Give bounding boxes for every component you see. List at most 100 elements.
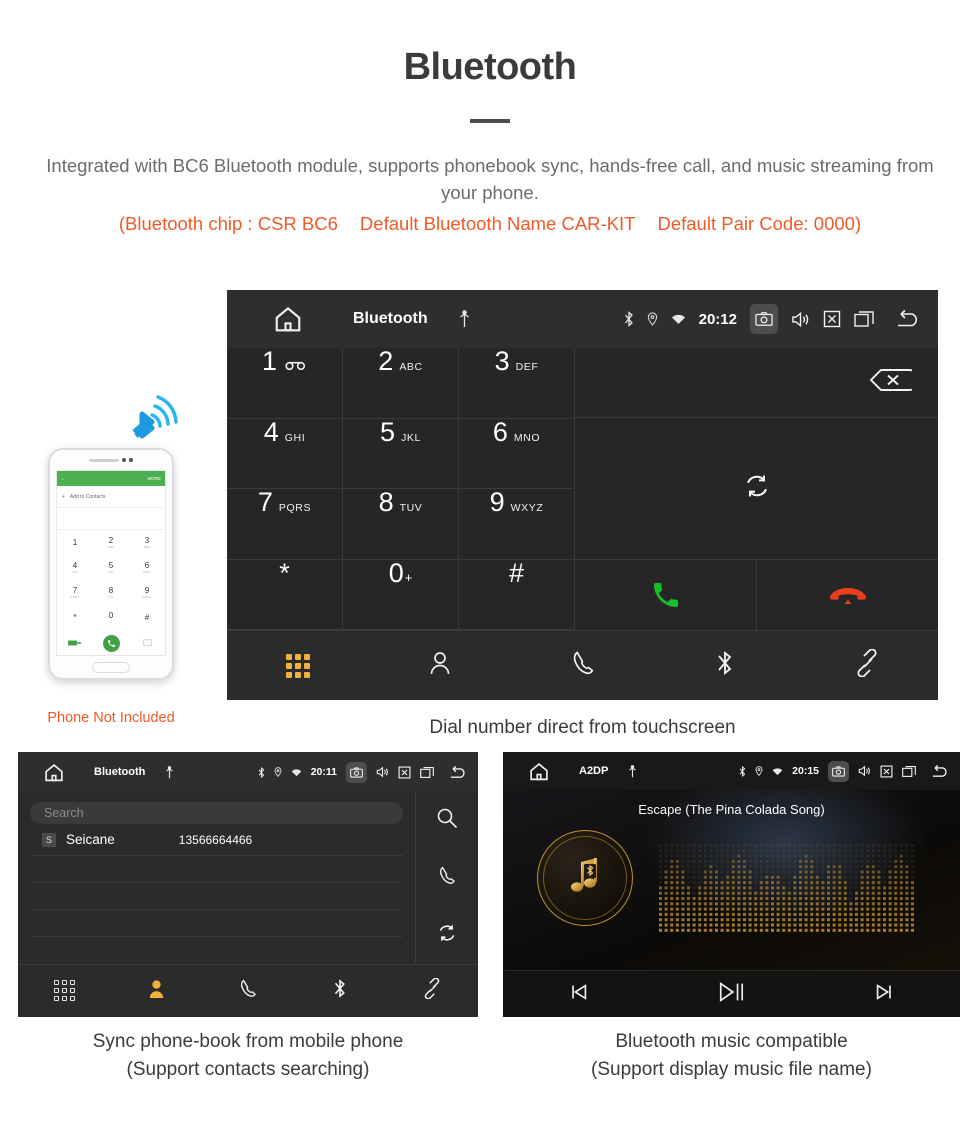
dial-key-7[interactable]: 7 PQRS: [227, 489, 343, 560]
usb-icon: [628, 764, 637, 778]
plus-icon: +: [62, 493, 65, 500]
hangup-button[interactable]: [757, 560, 938, 630]
bluetooth-wireless-icon: [132, 395, 178, 439]
sync-icon[interactable]: [742, 471, 772, 506]
recents-icon[interactable]: [420, 766, 434, 779]
call-button[interactable]: [416, 849, 478, 906]
title-divider: [470, 119, 510, 123]
spec-line: (Bluetooth chip : CSR BC6 Default Bluetoo…: [0, 213, 980, 235]
back-icon[interactable]: [448, 765, 468, 780]
close-icon[interactable]: [398, 766, 411, 779]
home-icon[interactable]: [271, 304, 305, 334]
dial-key-9[interactable]: 9 WXYZ: [459, 489, 575, 560]
call-button[interactable]: [575, 560, 757, 630]
wifi-icon: [671, 313, 686, 325]
link-icon: [854, 648, 880, 682]
previous-button[interactable]: [503, 971, 655, 1017]
phone-key: 7 PQRS: [70, 585, 80, 599]
search-input[interactable]: Search: [30, 802, 403, 824]
dial-key-0[interactable]: 0 +: [343, 559, 459, 630]
tab-dialpad[interactable]: [227, 653, 369, 678]
phone-key: 2 ABC: [107, 535, 115, 549]
camera-icon[interactable]: [828, 760, 849, 782]
dial-key-1[interactable]: 1: [227, 348, 343, 419]
spec-bt-name: Default Bluetooth Name CAR-KIT: [359, 212, 636, 234]
phone-call-button: [93, 631, 129, 656]
play-pause-button[interactable]: [655, 971, 807, 1017]
usb-icon: [165, 765, 174, 779]
next-button[interactable]: [808, 971, 960, 1017]
bluetooth-icon: [716, 649, 734, 682]
volume-icon[interactable]: [791, 311, 810, 328]
bluetooth-icon: [624, 311, 634, 327]
camera-icon[interactable]: [750, 304, 778, 334]
tab-contacts[interactable]: [369, 650, 511, 681]
tab-call-log[interactable]: [202, 978, 294, 1004]
back-icon[interactable]: [894, 309, 922, 329]
contacts-list: Search S Seicane 13566664466: [18, 792, 416, 964]
tab-call-log[interactable]: [511, 649, 653, 682]
tab-dialpad[interactable]: [18, 980, 110, 1001]
bluetooth-feature-page: Bluetooth Integrated with BC6 Bluetooth …: [0, 0, 980, 1143]
music-controls: [503, 970, 960, 1017]
dialer-screenshot: Bluetooth 20:12 1 2 ABC 3 DEF 4 GHI 5 JK…: [227, 290, 938, 700]
search-button[interactable]: [416, 792, 478, 849]
home-icon[interactable]: [527, 761, 551, 782]
close-icon[interactable]: [823, 310, 841, 328]
home-icon[interactable]: [42, 762, 66, 783]
wifi-icon: [772, 767, 783, 776]
phone-earpiece: [50, 450, 172, 470]
phone-appbar: ← MORE: [57, 471, 165, 486]
dialer-right-panel: [575, 348, 938, 630]
dial-key-star[interactable]: *: [227, 559, 343, 630]
contact-row-empty: [30, 883, 403, 910]
music-title: A2DP: [579, 765, 609, 777]
tab-link[interactable]: [386, 977, 478, 1004]
dial-key-4[interactable]: 4 GHI: [227, 418, 343, 489]
skip-previous-icon: [568, 981, 590, 1008]
usb-icon: [458, 310, 471, 328]
dial-key-3[interactable]: 3 DEF: [459, 348, 575, 419]
phonebook-clock: 20:11: [310, 766, 337, 778]
recents-icon[interactable]: [902, 765, 916, 778]
music-note-bluetooth-icon: [571, 858, 597, 892]
contact-number: 13566664466: [178, 832, 253, 847]
dial-key-hash[interactable]: #: [459, 559, 575, 630]
phone-number-field: [57, 508, 165, 530]
phone-key: 6 MNO: [143, 560, 151, 574]
sync-button[interactable]: [416, 907, 478, 964]
tab-contacts[interactable]: [110, 978, 202, 1004]
location-icon: [274, 767, 282, 777]
camera-icon[interactable]: [346, 761, 367, 783]
dialer-title: Bluetooth: [353, 310, 428, 327]
location-icon: [647, 312, 658, 326]
phone-key: #: [144, 613, 150, 623]
phonebook-caption-line1: Sync phone-book from mobile phone: [92, 1031, 404, 1052]
recents-icon[interactable]: [854, 310, 874, 328]
phone-add-to-contacts-row: + Add to Contacts: [57, 486, 165, 508]
backspace-icon[interactable]: [868, 368, 920, 397]
phone-back-icon: ←: [61, 476, 66, 481]
phone-key: 3 DEF: [143, 535, 151, 549]
phone-key: 5 JKL: [108, 560, 114, 574]
search-placeholder: Search: [44, 806, 84, 820]
phonebook-action-rail: [416, 792, 478, 964]
tab-link[interactable]: [796, 648, 938, 682]
tab-bluetooth[interactable]: [654, 649, 796, 682]
tab-bluetooth[interactable]: [294, 978, 386, 1004]
contact-row[interactable]: S Seicane 13566664466: [30, 824, 403, 856]
music-body: Escape (The Pina Colada Song): [503, 790, 960, 970]
track-title: Escape (The Pina Colada Song): [638, 802, 825, 817]
back-icon[interactable]: [930, 764, 950, 779]
volume-icon[interactable]: [858, 765, 871, 777]
dial-key-5[interactable]: 5 JKL: [343, 418, 459, 489]
dial-key-2[interactable]: 2 ABC: [343, 348, 459, 419]
phone-keypad: 1 2 ABC 3 DEF 4 GHI 5 JKL 6 MNO 7 PQRS 8 TUV 9W…: [57, 530, 165, 656]
contact-icon: [147, 978, 166, 1004]
dial-key-6[interactable]: 6 MNO: [459, 418, 575, 489]
volume-icon[interactable]: [376, 766, 389, 778]
phonebook-tabbar: [18, 964, 478, 1016]
dial-key-8[interactable]: 8 TUV: [343, 489, 459, 560]
dialer-keypad: 1 2 ABC 3 DEF 4 GHI 5 JKL 6 MNO 7 PQRS 8 TUV 9W…: [227, 348, 575, 630]
close-icon[interactable]: [880, 765, 893, 778]
